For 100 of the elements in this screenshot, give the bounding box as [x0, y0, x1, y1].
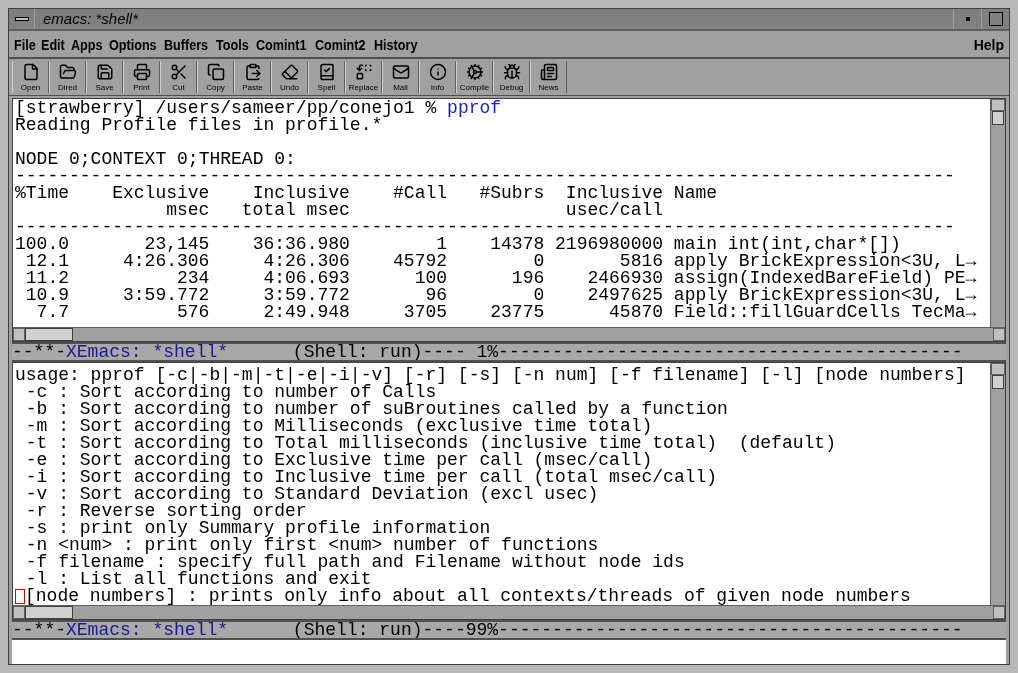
table-cell-text: 1: [435, 236, 448, 253]
mode-line-flags: --**-: [12, 344, 66, 360]
column-header: Exclusive msec: [111, 185, 210, 219]
menu-item[interactable]: Comint2: [314, 35, 366, 56]
folder-icon: [58, 63, 77, 81]
table-cell-text: 4:26.306: [122, 253, 210, 270]
output-line: -t : Sort according to Total milliseconds (inclusive time total) (default): [24, 435, 837, 452]
column-header: Name: [673, 185, 718, 202]
shell-command: pprof: [447, 99, 502, 118]
table-cell-text: 45792: [392, 253, 448, 270]
toolbar-button[interactable]: Undo: [271, 61, 308, 93]
table-cell-text: 4:06.693: [262, 270, 350, 287]
output-line: [node numbers] : prints only info about all contexts/threads of given node numbers: [25, 588, 911, 605]
replace-icon: [354, 63, 373, 81]
vertical-scrollbar[interactable]: [990, 363, 1005, 605]
menu-item[interactable]: Tools: [216, 35, 250, 56]
buffer-name: XEmacs: *shell*: [66, 622, 229, 638]
menu-item[interactable]: Apps: [70, 35, 103, 56]
book-check-icon: [317, 63, 336, 81]
output-line: -n <num> : print only first <num> number of functions: [24, 537, 600, 554]
table-cell-text: 5816: [618, 253, 664, 270]
menu-item[interactable]: Edit: [41, 35, 65, 56]
bug-icon: [502, 63, 521, 81]
toolbar-button[interactable]: Compile: [456, 61, 493, 93]
toolbar-button[interactable]: Cut: [160, 61, 197, 93]
newspaper-icon: [539, 63, 558, 81]
menu-item[interactable]: Options: [108, 35, 157, 56]
horizontal-scrollbar[interactable]: [13, 605, 1005, 619]
toolbar-button[interactable]: Info: [419, 61, 456, 93]
output-line: -c : Sort according to number of Calls: [25, 384, 437, 401]
column-header: Inclusive total msec: [240, 185, 350, 219]
text-cursor: [15, 589, 25, 604]
menu-item[interactable]: Comint1: [255, 35, 307, 56]
toolbar-button[interactable]: Print: [123, 61, 160, 93]
table-cell-text: 2:49.948: [262, 304, 350, 321]
vertical-scrollbar[interactable]: [990, 99, 1005, 327]
toolbar-button[interactable]: Spell: [308, 61, 345, 93]
window-title: emacs: *shell*: [43, 8, 140, 29]
rule-line: ---------------------------------------------------------------------------------------: [15, 168, 956, 185]
table-cell-text: 45870: [608, 304, 664, 321]
eraser-icon: [280, 63, 299, 81]
column-header: #Subrs: [478, 185, 545, 202]
toolbar-button[interactable]: Open: [12, 61, 49, 93]
table-cell-text: 14378: [489, 236, 545, 253]
menu-item[interactable]: History: [373, 35, 418, 56]
truncation-icon: →: [965, 270, 977, 287]
toolbar-button[interactable]: Paste: [234, 61, 271, 93]
toolbar-button[interactable]: Dired: [49, 61, 86, 93]
menu-item[interactable]: File: [14, 35, 36, 56]
table-cell-text: 196: [510, 270, 545, 287]
table-cell-text: 3705: [402, 304, 448, 321]
menu-item[interactable]: Buffers: [164, 35, 209, 56]
toolbar-button[interactable]: Copy: [197, 61, 234, 93]
mode-line-status: (Shell: run)----99%-------------------------------------------: [291, 622, 963, 638]
truncation-icon: →: [965, 304, 977, 321]
truncation-icon: →: [965, 253, 977, 270]
scissors-icon: [169, 63, 188, 81]
table-cell-text: 36:36.980: [251, 236, 350, 253]
output-line: -b : Sort according to number of suBroutines called by a function: [24, 401, 729, 418]
table-cell-text: 2196980000: [554, 236, 664, 253]
table-cell: 100.0: [15, 236, 69, 253]
output-line: -s : print only Summary profile information: [24, 520, 492, 537]
horizontal-scrollbar[interactable]: [13, 327, 1005, 341]
toolbar-button[interactable]: News: [530, 61, 567, 93]
table-cell-text: 234: [176, 270, 210, 287]
table-cell-text: 7.7: [35, 304, 69, 321]
output-line: usage: pprof [-c|-b|-m|-t|-e|-i|-v] [-r] [-s] [-n num] [-f filename] [-l] [node numbers]: [15, 367, 967, 384]
buffer-name: XEmacs: *shell*: [66, 344, 229, 360]
table-cell-text: 2466930: [586, 270, 664, 287]
rule-line: ---------------------------------------------------------------------------------------: [15, 219, 956, 236]
mode-line-status: (Shell: run)---- 1%-------------------------------------------: [291, 344, 963, 360]
table-cell-text: 4:26.306: [262, 253, 350, 270]
table-cell: main int(int,char*[]): [673, 236, 901, 253]
printer-icon: [132, 63, 151, 81]
table-cell-text: 3:59.772: [262, 287, 350, 304]
output-line: -m : Sort according to Milliseconds (exclusive time total): [24, 418, 654, 435]
toolbar-button[interactable]: Save: [86, 61, 123, 93]
toolbar-button[interactable]: Mail: [382, 61, 419, 93]
copy-icon: [206, 63, 225, 81]
table-cell-text: 23,145: [143, 236, 210, 253]
help-menu[interactable]: Help: [973, 35, 1004, 56]
output-line: -f filename : specify full path and Filename without node ids: [24, 554, 686, 571]
table-cell: apply BrickExpression<3U, L: [673, 287, 966, 304]
column-header: Inclusive usec/call: [564, 185, 664, 219]
toolbar-button[interactable]: Debug: [493, 61, 530, 93]
table-cell-text: 11.2: [24, 270, 69, 287]
column-header: %Time: [15, 185, 69, 202]
table-cell: apply BrickExpression<3U, L: [673, 253, 966, 270]
document-icon: [21, 63, 40, 81]
clipboard-icon: [243, 63, 262, 81]
prompt-line: [strawberry] /users/sameer/pp/conejo1 % pprof: [15, 100, 503, 117]
output-line: NODE 0;CONTEXT 0;THREAD 0:: [15, 151, 297, 168]
table-cell-text: 0: [532, 287, 545, 304]
table-cell-text: 3:59.772: [122, 287, 210, 304]
table-cell-text: 12.1: [24, 253, 69, 270]
table-cell-text: 23775: [489, 304, 545, 321]
table-cell-text: 96: [424, 287, 448, 304]
column-header: #Call: [392, 185, 448, 202]
toolbar-button[interactable]: Replace: [345, 61, 382, 93]
gear-icon: [465, 63, 484, 81]
